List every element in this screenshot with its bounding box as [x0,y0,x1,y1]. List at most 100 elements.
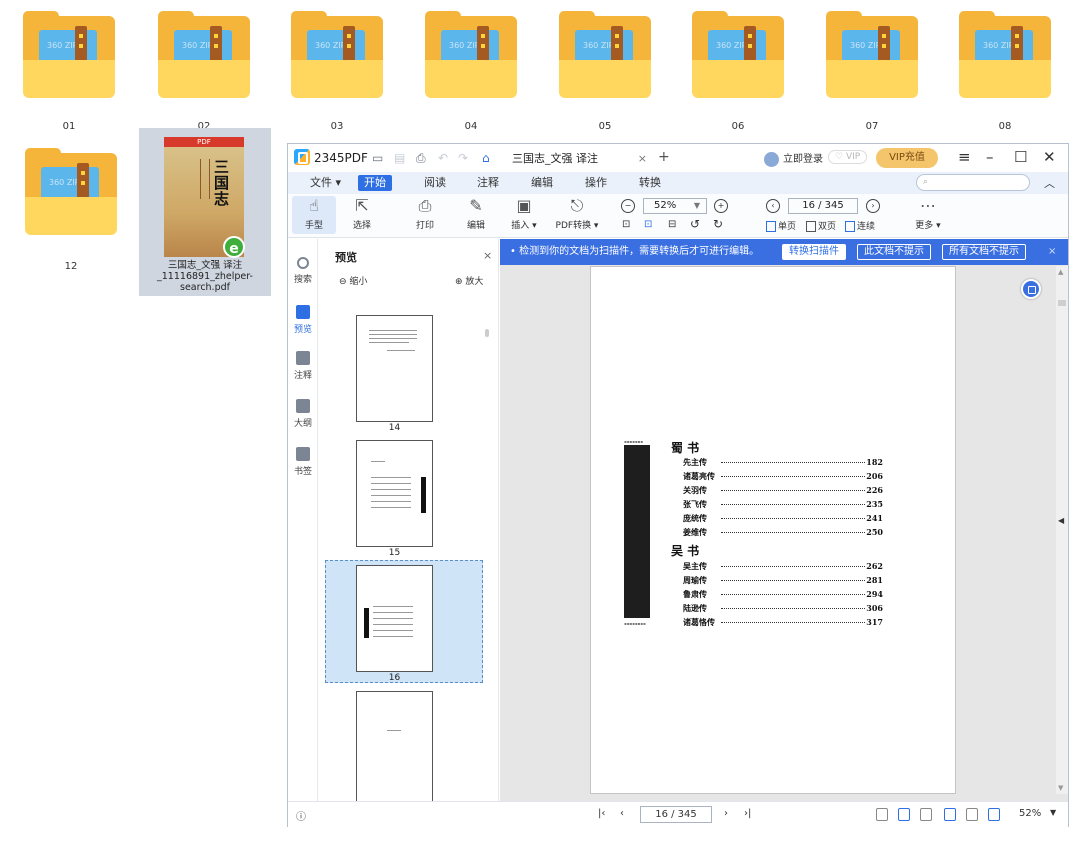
rail-annotations[interactable]: 注释 [288,351,318,381]
scroll-down-icon[interactable]: ▼ [1058,784,1063,792]
insert-button[interactable]: ▣ 插入 ▾ [502,196,546,231]
actual-size-icon[interactable]: ⊡ [622,219,630,230]
more-label: 更多 ▾ [915,221,941,231]
rail-bookmark[interactable]: 书签 [288,447,318,477]
open-folder-icon[interactable]: ▭ [372,151,383,165]
next-page-icon[interactable]: › [866,199,880,213]
pdf-convert-button[interactable]: ⎋ PDF转换 ▾ [550,196,604,231]
page-number-input[interactable]: 16 / 345 [788,198,858,214]
panel-scrollbar[interactable] [485,329,489,337]
close-banner-icon[interactable]: × [1048,239,1056,265]
status-zoom[interactable]: 52% [1019,808,1041,819]
dont-remind-this-button[interactable]: 此文档不提示 [857,244,931,260]
single-page-button[interactable]: 单页 [766,219,796,232]
fit-width-icon[interactable] [920,808,932,821]
minimize-icon[interactable]: – [986,149,994,165]
page-thumbnail-14[interactable] [356,315,433,422]
save-icon[interactable]: ▤ [394,151,405,165]
menu-edit[interactable]: 编辑 [531,175,553,191]
menu-start[interactable]: 开始 [358,175,392,191]
vip-charge-button[interactable]: VIP充值 [876,148,938,168]
menu-read[interactable]: 阅读 [424,175,446,191]
single-page-icon[interactable] [944,808,956,821]
zoom-dropdown-icon[interactable]: ▼ [1050,808,1056,817]
home-icon[interactable]: ⌂ [482,151,490,165]
print-button[interactable]: ⎙ 打印 [403,196,447,231]
prev-page-icon[interactable]: ‹ [620,808,624,819]
vip-badge[interactable]: ♡ VIP [828,150,868,164]
rotate-left-icon[interactable]: ↺ [690,217,700,231]
login-button[interactable]: 立即登录 [764,150,823,167]
rail-search[interactable]: 搜索 [288,257,318,285]
double-page-icon[interactable] [966,808,978,821]
edit-label: 编辑 [466,221,485,231]
folder-05[interactable]: 360 ZIP 05 [546,0,664,140]
folder-01[interactable]: 360 ZIP 01 [10,0,128,140]
undo-icon[interactable]: ↶ [438,151,448,165]
status-page-input[interactable]: 16 / 345 [640,806,712,823]
hand-tool-button[interactable]: ☝ 手型 [292,196,336,234]
select-tool-button[interactable]: ⇱ 选择 [340,196,384,231]
convert-scan-button[interactable]: 转换扫描件 [782,244,846,260]
page-thumbnail-15[interactable] [356,440,433,547]
search-input[interactable]: ⌕ [916,174,1030,191]
zoom-out-icon[interactable]: − [621,199,635,213]
rail-preview[interactable]: 预览 [288,305,318,335]
prev-page-icon[interactable]: ‹ [766,199,780,213]
scroll-up-icon[interactable]: ▲ [1058,268,1063,276]
menu-file[interactable]: 文件 ▾ [310,175,341,191]
zoom-in-icon: ⊕ [455,277,466,287]
pdf-file-icon-selected[interactable]: PDF 三国志 e 三国志_文强 译注_11116891_zhelper-sea… [139,128,271,296]
redo-icon[interactable]: ↷ [458,151,468,165]
thumb-zoom-out-button[interactable]: ⊖ 缩小 [339,274,367,287]
folder-03[interactable]: 360 ZIP 03 [278,0,396,140]
close-panel-icon[interactable]: × [483,249,492,262]
folder-08[interactable]: 360 ZIP 08 [946,0,1064,140]
rail-outline[interactable]: 大纲 [288,399,318,429]
new-tab-icon[interactable]: + [658,149,670,165]
continuous-button[interactable]: 连续 [845,219,875,232]
login-label: 立即登录 [783,154,823,165]
next-page-icon[interactable]: › [724,808,728,819]
zoom-in-icon[interactable]: + [714,199,728,213]
page-thumbnail-16-selected[interactable] [356,565,433,672]
floating-tool-icon[interactable] [1021,279,1041,299]
info-icon[interactable]: ⓘ [296,808,306,823]
print-icon[interactable]: ⎙ [416,151,426,165]
dont-remind-all-button[interactable]: 所有文档不提示 [942,244,1026,260]
vertical-scrollbar[interactable]: ▲ ▼ [1056,266,1068,794]
edit-button[interactable]: ✎ 编辑 [454,196,498,231]
maximize-icon[interactable]: ☐ [1014,149,1027,165]
page-thumbnail-17[interactable] [356,691,433,801]
scrollbar-thumb[interactable] [1058,300,1066,306]
first-page-icon[interactable]: |‹ [598,808,605,819]
continuous-icon[interactable] [988,808,1000,821]
rotate-right-icon[interactable]: ↻ [713,217,723,231]
vip-label: VIP [845,152,861,162]
actual-size-icon[interactable] [876,808,888,821]
more-button[interactable]: ⋯ 更多 ▾ [906,196,950,231]
fit-page-icon[interactable] [898,808,910,821]
last-page-icon[interactable]: ›| [744,808,751,819]
folder-02[interactable]: 360 ZIP 02 [145,0,263,140]
collapse-ribbon-icon[interactable]: ︿ [1044,175,1055,191]
menu-icon[interactable]: ≡ [958,149,971,165]
search-icon: ⌕ [923,177,929,187]
folder-07[interactable]: 360 ZIP 07 [813,0,931,140]
folder-06[interactable]: 360 ZIP 06 [679,0,797,140]
folder-04[interactable]: 360 ZIP 04 [412,0,530,140]
app-logo-icon [294,149,310,165]
folder-12[interactable]: 360 ZIP 12 [12,137,130,277]
double-page-button[interactable]: 双页 [806,219,836,232]
document-tab[interactable]: 三国志_文强 译注_11116891... × [502,147,657,189]
menu-operate[interactable]: 操作 [585,175,607,191]
close-tab-icon[interactable]: × [638,147,647,171]
zoom-select[interactable]: 52% ▼ [643,198,707,214]
expand-right-panel-icon[interactable]: ◀ [1058,516,1064,525]
close-window-icon[interactable]: ✕ [1043,149,1056,165]
menu-convert[interactable]: 转换 [639,175,661,191]
fit-page-icon[interactable]: ⊡ [644,219,652,230]
menu-annotate[interactable]: 注释 [477,175,499,191]
fit-width-icon[interactable]: ⊟ [668,219,676,230]
thumb-zoom-in-button[interactable]: ⊕ 放大 [455,274,483,287]
